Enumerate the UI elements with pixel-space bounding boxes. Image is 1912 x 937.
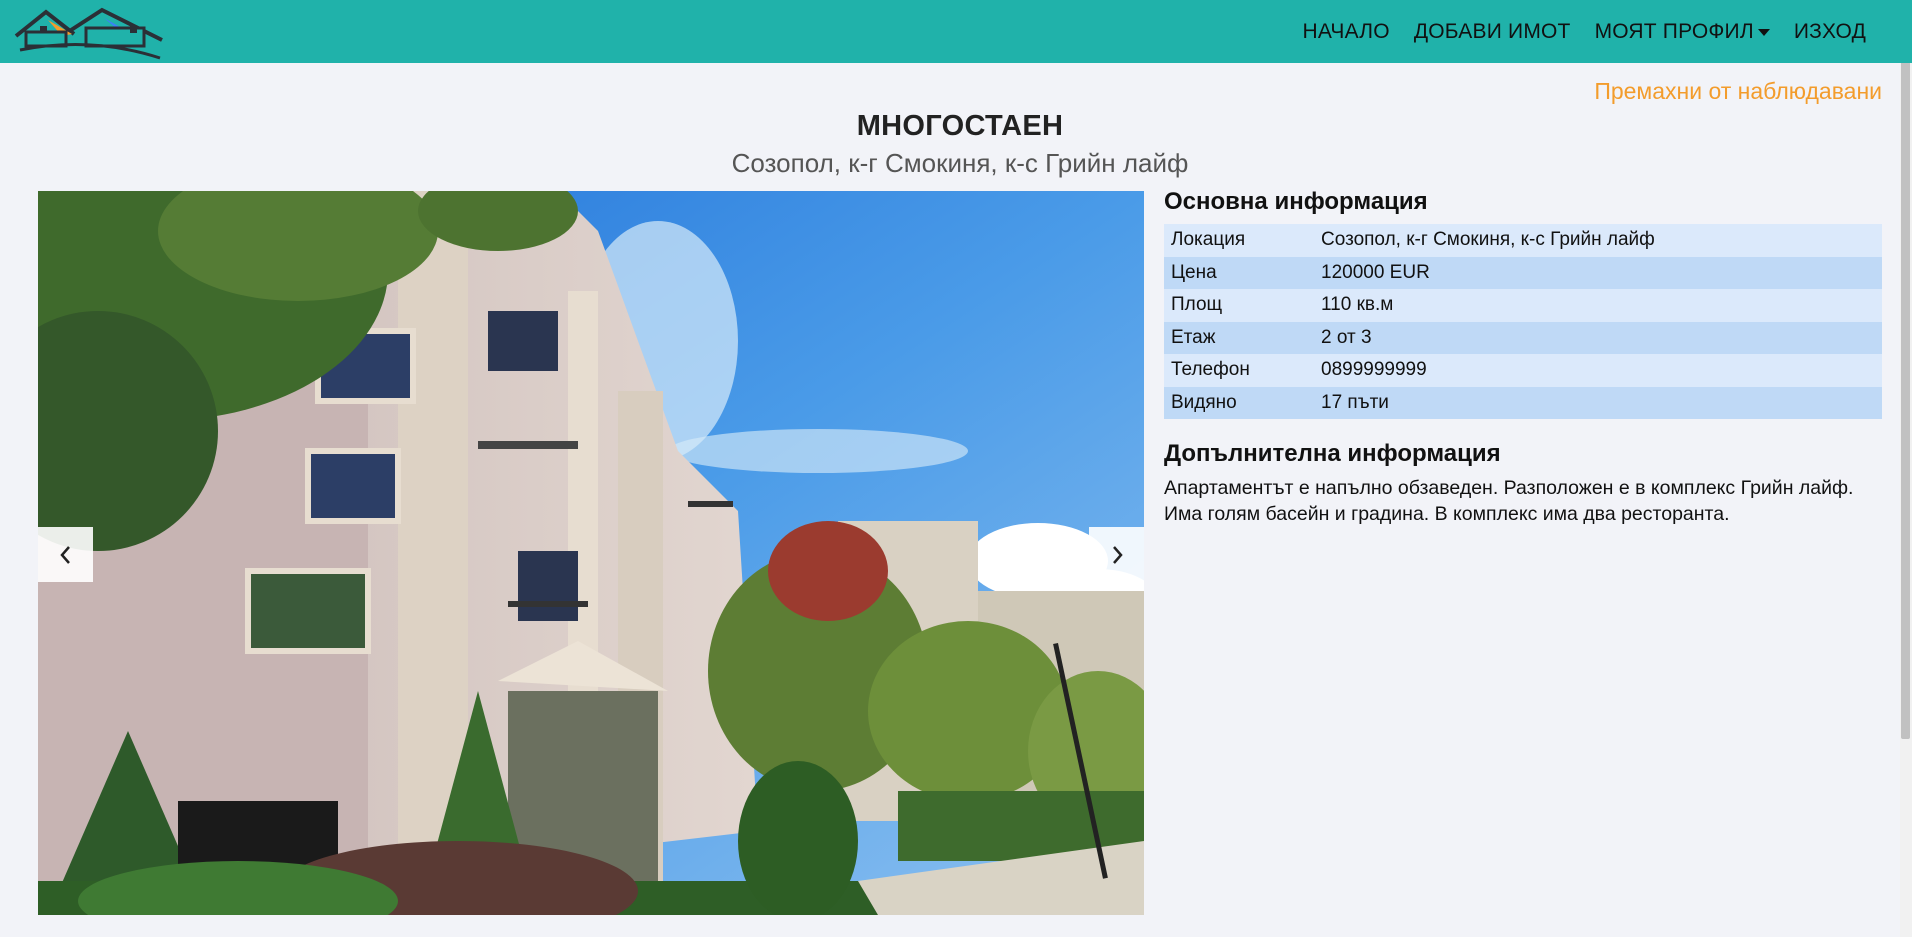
extra-info-heading: Допълнителна информация [1164,440,1501,467]
table-row: Площ 110 кв.м [1164,289,1882,322]
chevron-left-icon [59,545,70,564]
property-info-panel: Основна информация Локация Созопол, к-г С… [1164,188,1882,527]
table-row: Видяно 17 пъти [1164,386,1882,419]
property-subtitle: Созопол, к-г Смокиня, к-с Грийн лайф [731,148,1189,178]
page-scrollbar[interactable] [1900,63,1912,937]
house-logo[interactable] [12,6,167,60]
basic-info-table: Локация Созопол, к-г Смокиня, к-с Грийн л… [1164,224,1882,419]
row-label: Цена [1171,261,1217,283]
caret-down-icon [1757,29,1770,36]
row-value: Созопол, к-г Смокиня, к-с Грийн лайф [1321,229,1655,251]
row-label: Телефон [1171,359,1250,381]
nav-add-property-label: ДОБАВИ ИМОТ [1413,19,1571,43]
main-nav: НАЧАЛО ДОБАВИ ИМОТ МОЯТ ПРОФИЛ ИЗХОД [1291,0,1879,63]
nav-logout-label: ИЗХОД [1793,19,1866,43]
table-row: Локация Созопол, к-г Смокиня, к-с Грийн л… [1164,224,1882,257]
table-row: Етаж 2 от 3 [1164,321,1882,354]
table-row: Телефон 0899999999 [1164,354,1882,387]
row-value: 120000 EUR [1321,261,1430,283]
nav-my-profile-label: МОЯТ ПРОФИЛ [1594,19,1754,43]
remove-from-watchlist-link[interactable]: Премахни от наблюдавани [1594,78,1882,105]
row-value: 0899999999 [1321,359,1427,381]
nav-home[interactable]: НАЧАЛО [1291,20,1402,44]
nav-home-label: НАЧАЛО [1302,19,1390,43]
basic-info-heading: Основна информация [1164,188,1428,215]
property-description: Апартаментът е напълно обзаведен. Разпол… [1164,477,1854,525]
row-label: Етаж [1171,326,1216,348]
carousel-prev-button[interactable] [38,527,93,582]
property-photo [38,191,1144,915]
chevron-right-icon [1112,545,1123,564]
row-label: Площ [1171,294,1223,316]
row-label: Видяно [1171,391,1237,413]
nav-logout[interactable]: ИЗХОД [1782,20,1878,44]
nav-my-profile[interactable]: МОЯТ ПРОФИЛ [1583,20,1782,44]
row-value: 110 кв.м [1321,294,1394,316]
table-row: Цена 120000 EUR [1164,256,1882,289]
row-value: 2 от 3 [1321,326,1372,348]
carousel-next-button[interactable] [1089,527,1144,582]
property-title: МНОГОСТАЕН [856,110,1064,142]
row-label: Локация [1171,229,1246,251]
photo-carousel[interactable] [38,191,1144,915]
navbar: НАЧАЛО ДОБАВИ ИМОТ МОЯТ ПРОФИЛ ИЗХОД [0,0,1912,63]
row-value: 17 пъти [1321,391,1389,413]
nav-add-property[interactable]: ДОБАВИ ИМОТ [1402,20,1583,44]
